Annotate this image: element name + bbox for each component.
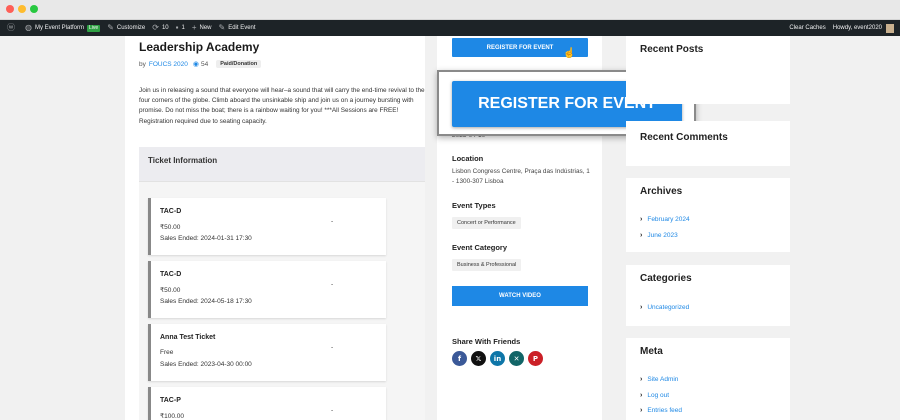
updates-item[interactable]: ⟳ 10 [152, 24, 168, 32]
ticket-name: TAC-D [160, 208, 182, 215]
ticket-price: ₹50.00 [160, 287, 181, 294]
ticket-quantity[interactable]: - [331, 281, 333, 288]
share-label: Share With Friends [452, 337, 521, 346]
event-category-chip[interactable]: Business & Professional [452, 259, 522, 271]
edit-event-item[interactable]: ✎ Edit Event [219, 24, 256, 32]
site-name: My Event Platform [34, 25, 84, 31]
chevron-right-icon: › [640, 304, 643, 312]
categories-widget: Categories › Uncategorized [626, 265, 790, 326]
site-name-item[interactable]: ◍ My Event Platform Live [25, 23, 101, 32]
widget-title: Recent Comments [640, 132, 728, 143]
widget-title: Archives [640, 186, 683, 197]
widget-title: Recent Posts [640, 44, 704, 55]
minimize-window-button[interactable] [18, 5, 26, 13]
widget-title: Categories [640, 273, 692, 284]
ticket-card: TAC-P ₹100.00 - [148, 387, 386, 420]
meta-list: › Site Admin › Log out › Entries feed [640, 372, 682, 419]
ticket-quantity[interactable]: - [331, 344, 333, 351]
watch-video-button[interactable]: WATCH VIDEO [452, 286, 588, 306]
wordpress-icon: ⓦ [7, 23, 15, 32]
list-item[interactable]: › Entries feed [640, 403, 682, 419]
ticket-name: TAC-D [160, 271, 182, 278]
view-count: 54 [201, 60, 209, 68]
updates-icon: ⟳ [152, 23, 159, 32]
ticket-price: Free [160, 349, 174, 356]
pinterest-icon[interactable]: P [528, 351, 543, 366]
archives-widget: Archives › February 2024 › June 2023 [626, 178, 790, 252]
linkedin-icon[interactable]: in [490, 351, 505, 366]
organizer-link[interactable]: FOUCS 2020 [149, 61, 188, 68]
hand-pointer-icon: ☝ [563, 48, 576, 59]
recent-comments-widget: Recent Comments [626, 121, 790, 166]
new-label: New [199, 25, 212, 31]
updates-count: 10 [161, 25, 169, 31]
xing-icon[interactable]: ✕ [509, 351, 524, 366]
ticket-name: Anna Test Ticket [160, 334, 216, 341]
howdy-user-item[interactable]: Howdy, event2020 [833, 25, 882, 31]
maximize-window-button[interactable] [30, 5, 38, 13]
ticket-price: ₹100.00 [160, 413, 185, 420]
ticket-quantity[interactable]: - [331, 218, 333, 225]
list-item[interactable]: › June 2023 [640, 228, 690, 244]
by-label: by [139, 60, 146, 68]
event-category-label: Event Category [452, 243, 508, 252]
list-item[interactable]: › Log out [640, 388, 682, 404]
ticket-quantity[interactable]: - [331, 407, 333, 414]
customize-item[interactable]: ✎ Customize [107, 24, 145, 32]
eye-icon: ◉ [192, 61, 200, 68]
ticket-sales-ended: Sales Ended: 2024-01-31 17:30 [160, 235, 252, 242]
x-icon[interactable]: 𝕏 [471, 351, 486, 366]
chevron-right-icon: › [640, 376, 643, 384]
ticket-price: ₹50.00 [160, 224, 181, 231]
comments-count: 1 [181, 25, 185, 31]
window-titlebar [0, 0, 900, 20]
archives-list: › February 2024 › June 2023 [640, 212, 690, 243]
location-text: Lisbon Congress Centre, Praça das Indúst… [452, 168, 590, 185]
ticket-panel: Ticket Information TAC-D ₹50.00 Sales En… [139, 147, 425, 420]
categories-list: › Uncategorized [640, 300, 689, 316]
chevron-right-icon: › [640, 231, 643, 239]
share-buttons: f 𝕏 in ✕ P [452, 351, 547, 366]
live-badge: Live [87, 24, 101, 32]
ticket-sales-ended: Sales Ended: 2024-05-18 17:30 [160, 298, 252, 305]
ticket-card: TAC-D ₹50.00 Sales Ended: 2024-01-31 17:… [148, 198, 386, 255]
ticket-name: TAC-P [160, 397, 181, 404]
location-label: Location [452, 154, 484, 163]
comments-item[interactable]: ▪ 1 [176, 24, 185, 32]
plus-icon: + [191, 23, 197, 32]
event-content-card: Leadership Academy by FOUCS 2020 ◉ 54 Pa… [125, 36, 425, 420]
event-title: Leadership Academy [139, 40, 260, 54]
list-item[interactable]: › Uncategorized [640, 300, 689, 316]
ticket-card: Anna Test Ticket Free Sales Ended: 2023-… [148, 324, 386, 381]
ticket-sales-ended: Sales Ended: 2023-04-30 00:00 [160, 361, 252, 368]
event-type-chip[interactable]: Concert or Performance [452, 217, 521, 229]
facebook-icon[interactable]: f [452, 351, 467, 366]
brush-icon: ✎ [107, 23, 114, 32]
list-item[interactable]: › Site Admin [640, 372, 682, 388]
edit-event-label: Edit Event [228, 25, 256, 31]
list-item[interactable]: › February 2024 [640, 212, 690, 228]
event-types-label: Event Types [452, 201, 496, 210]
ticket-heading: Ticket Information [139, 147, 425, 182]
chevron-right-icon: › [640, 391, 643, 399]
event-type-tag: Paid/Donation [216, 60, 262, 68]
pencil-icon: ✎ [218, 23, 226, 32]
chevron-right-icon: › [640, 407, 643, 415]
close-window-button[interactable] [6, 5, 14, 13]
recent-posts-widget: Recent Posts [626, 36, 790, 104]
wordpress-logo-item[interactable]: ⓦ [7, 24, 18, 32]
event-meta: by FOUCS 2020 ◉ 54 Paid/Donation [139, 60, 262, 68]
widget-title: Meta [640, 346, 663, 357]
new-item[interactable]: + New [192, 24, 212, 32]
dashboard-icon: ◍ [25, 23, 32, 32]
avatar[interactable] [886, 23, 894, 33]
customize-label: Customize [116, 25, 146, 31]
admin-bar: ⓦ ◍ My Event Platform Live ✎ Customize ⟳… [0, 20, 900, 36]
ticket-card: TAC-D ₹50.00 Sales Ended: 2024-05-18 17:… [148, 261, 386, 318]
clear-caches-item[interactable]: Clear Caches [789, 25, 825, 31]
event-description: Join us in releasing a sound that everyo… [139, 87, 425, 125]
comment-icon: ▪ [175, 23, 179, 32]
meta-widget: Meta › Site Admin › Log out › Entries feed [626, 338, 790, 420]
chevron-right-icon: › [640, 216, 643, 224]
